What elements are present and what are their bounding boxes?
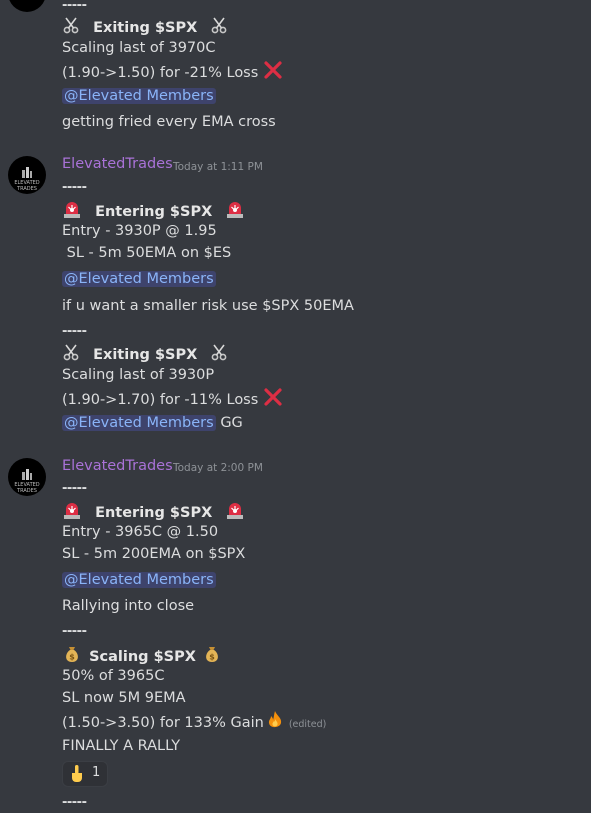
- scaling-line: Scaling last of 3930P: [62, 367, 215, 383]
- message-text: FINALLY A RALLY: [62, 738, 181, 754]
- separator: -----: [62, 624, 87, 639]
- message-text: if u want a smaller risk use $SPX 50EMA: [62, 298, 354, 314]
- message-text: getting fried every EMA cross: [62, 114, 276, 130]
- reaction-button[interactable]: 1: [62, 761, 108, 787]
- message-text: Rallying into close: [62, 598, 195, 614]
- separator: -----: [62, 795, 87, 810]
- separator: -----: [62, 324, 87, 339]
- svg-text:$: $: [209, 653, 215, 662]
- mention-line: @Elevated Members GG: [62, 413, 243, 433]
- entry-line: Entry - 3930P @ 1.95: [62, 223, 217, 239]
- mention-line: @Elevated Members: [62, 86, 216, 106]
- point-up-icon: [69, 764, 85, 786]
- scissors-icon: [210, 16, 228, 40]
- result-line: (1.50->3.50) for 133% Gain (edited): [62, 710, 326, 736]
- edited-label: (edited): [288, 719, 327, 730]
- exit-heading: Exiting $SPX: [62, 16, 228, 40]
- svg-text:$: $: [69, 653, 75, 662]
- fire-icon: [265, 710, 285, 736]
- role-mention[interactable]: @Elevated Members: [62, 88, 216, 104]
- username[interactable]: ElevatedTrades: [62, 458, 173, 474]
- avatar[interactable]: ELEVATED TRADES: [8, 156, 46, 194]
- separator: -----: [62, 0, 87, 13]
- stoploss-line: SL now 5M 9EMA: [62, 690, 186, 706]
- timestamp: Today at 1:11 PM: [173, 161, 263, 173]
- reaction-count: 1: [92, 765, 101, 780]
- cross-mark-icon: [263, 60, 283, 86]
- stoploss-line: SL - 5m 50EMA on $ES: [62, 245, 232, 261]
- timestamp: Today at 2:00 PM: [173, 462, 263, 474]
- scissors-icon: [210, 343, 228, 367]
- scissors-icon: [62, 16, 80, 40]
- avatar[interactable]: ELEVATED TRADES: [8, 458, 46, 496]
- stoploss-line: SL - 5m 200EMA on $SPX: [62, 546, 246, 562]
- message-text: GG: [220, 415, 243, 431]
- scissors-icon: [62, 343, 80, 367]
- siren-icon: [225, 500, 245, 526]
- siren-icon: [225, 199, 245, 225]
- money-bag-icon: $: [202, 644, 222, 670]
- role-mention[interactable]: @Elevated Members: [62, 271, 216, 287]
- role-mention[interactable]: @Elevated Members: [62, 415, 216, 431]
- avatar[interactable]: [8, 0, 46, 12]
- separator: -----: [62, 481, 87, 496]
- role-mention[interactable]: @Elevated Members: [62, 572, 216, 588]
- scale-amount-line: 50% of 3965C: [62, 668, 165, 684]
- mention-line: @Elevated Members: [62, 570, 216, 590]
- scaling-line: Scaling last of 3970C: [62, 40, 216, 56]
- cross-mark-icon: [263, 387, 283, 413]
- entry-line: Entry - 3965C @ 1.50: [62, 524, 219, 540]
- exit-heading: Exiting $SPX: [62, 343, 228, 367]
- username[interactable]: ElevatedTrades: [62, 156, 173, 172]
- result-line: (1.90->1.70) for -11% Loss: [62, 387, 283, 413]
- result-line: (1.90->1.50) for -21% Loss: [62, 60, 283, 86]
- mention-line: @Elevated Members: [62, 269, 216, 289]
- separator: -----: [62, 180, 87, 195]
